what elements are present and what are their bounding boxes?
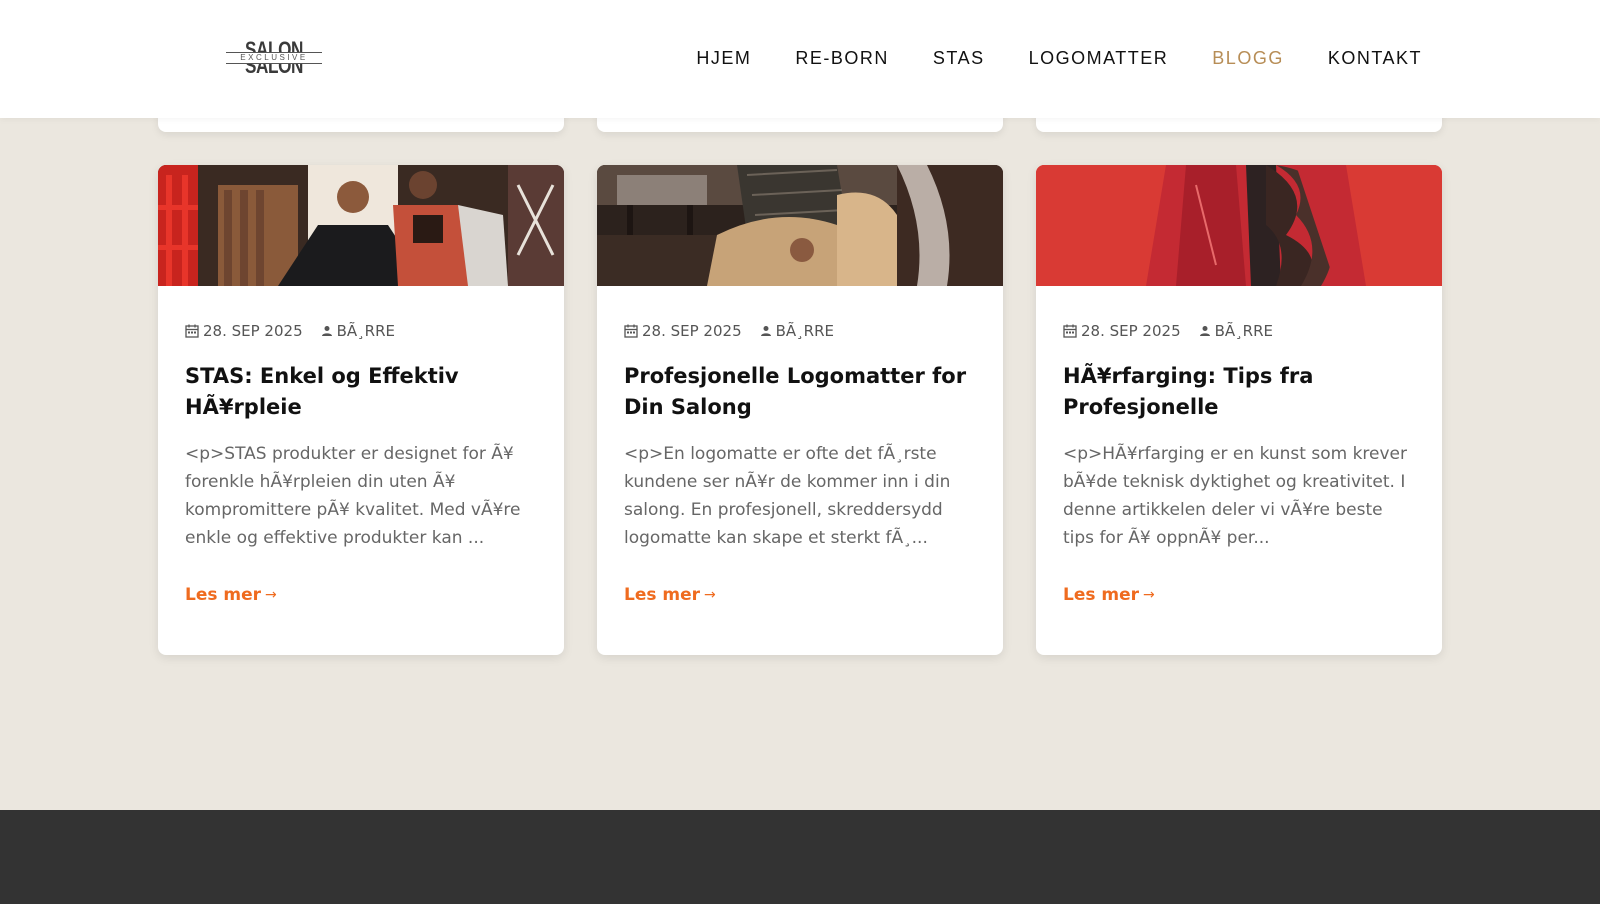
post-excerpt: <p>En logomatte er ofte det fÃ¸rste kund… <box>624 444 951 548</box>
user-icon <box>1199 325 1211 337</box>
arrow-right-icon: → <box>704 587 716 603</box>
nav-item-kontakt[interactable]: KONTAKT <box>1328 46 1422 70</box>
post-excerpt: <p>STAS produkter er designet for Ã¥ for… <box>185 444 521 548</box>
logo-band: EXCLUSIVE <box>226 52 322 64</box>
post-meta: 28. SEP 2025 BÃ¸RRE <box>1063 321 1273 341</box>
blog-post-card[interactable]: 28. SEP 2025 BÃ¸RRE HÃ¥rfarging: Tips fr… <box>1036 165 1442 655</box>
read-more-label: Les mer <box>624 585 701 605</box>
arrow-right-icon: → <box>265 587 277 603</box>
nav-item-blogg[interactable]: BLOGG <box>1212 46 1284 70</box>
post-image-barbershop[interactable] <box>158 165 564 286</box>
post-author-wrap: BÃ¸RRE <box>321 321 395 341</box>
post-author: BÃ¸RRE <box>775 322 834 340</box>
post-author-wrap: BÃ¸RRE <box>760 321 834 341</box>
read-more-link[interactable]: Les mer → <box>185 585 277 605</box>
read-more-label: Les mer <box>185 585 262 605</box>
post-title[interactable]: STAS: Enkel og Effektiv HÃ¥rpleie <box>185 361 545 423</box>
post-date: 28. SEP 2025 <box>642 322 742 340</box>
calendar-icon <box>624 324 638 338</box>
calendar-icon <box>1063 324 1077 338</box>
post-meta: 28. SEP 2025 BÃ¸RRE <box>185 321 395 341</box>
blog-post-card[interactable]: 28. SEP 2025 BÃ¸RRE Profesjonelle Logoma… <box>597 165 1003 655</box>
user-icon <box>321 325 333 337</box>
read-more-label: Les mer <box>1063 585 1140 605</box>
post-image-logomat[interactable] <box>597 165 1003 286</box>
site-footer <box>0 810 1600 904</box>
post-title[interactable]: HÃ¥rfarging: Tips fra Profesjonelle <box>1063 361 1423 423</box>
main-nav: HJEM RE-BORN STAS LOGOMATTER BLOGG KONTA… <box>696 46 1422 70</box>
user-icon <box>760 325 772 337</box>
read-more-link[interactable]: Les mer → <box>624 585 716 605</box>
nav-item-stas[interactable]: STAS <box>933 46 985 70</box>
post-date: 28. SEP 2025 <box>203 322 303 340</box>
post-image-hair-color[interactable] <box>1036 165 1442 286</box>
post-author: BÃ¸RRE <box>1214 322 1273 340</box>
nav-item-logomatter[interactable]: LOGOMATTER <box>1029 46 1169 70</box>
post-excerpt: <p>HÃ¥rfarging er en kunst som krever bÃ… <box>1063 444 1408 548</box>
salon-exclusive-logo[interactable]: SALON SALON EXCLUSIVE <box>226 38 322 80</box>
calendar-icon <box>185 324 199 338</box>
read-more-link[interactable]: Les mer → <box>1063 585 1155 605</box>
arrow-right-icon: → <box>1143 587 1155 603</box>
post-meta: 28. SEP 2025 BÃ¸RRE <box>624 321 834 341</box>
post-title[interactable]: Profesjonelle Logomatter for Din Salong <box>624 361 984 423</box>
nav-item-re-born[interactable]: RE-BORN <box>795 46 889 70</box>
post-author-wrap: BÃ¸RRE <box>1199 321 1273 341</box>
site-header: SALON SALON EXCLUSIVE HJEM RE-BORN STAS … <box>0 0 1600 118</box>
blog-post-card[interactable]: 28. SEP 2025 BÃ¸RRE STAS: Enkel og Effek… <box>158 165 564 655</box>
nav-item-hjem[interactable]: HJEM <box>696 46 751 70</box>
post-author: BÃ¸RRE <box>336 322 395 340</box>
post-date: 28. SEP 2025 <box>1081 322 1181 340</box>
